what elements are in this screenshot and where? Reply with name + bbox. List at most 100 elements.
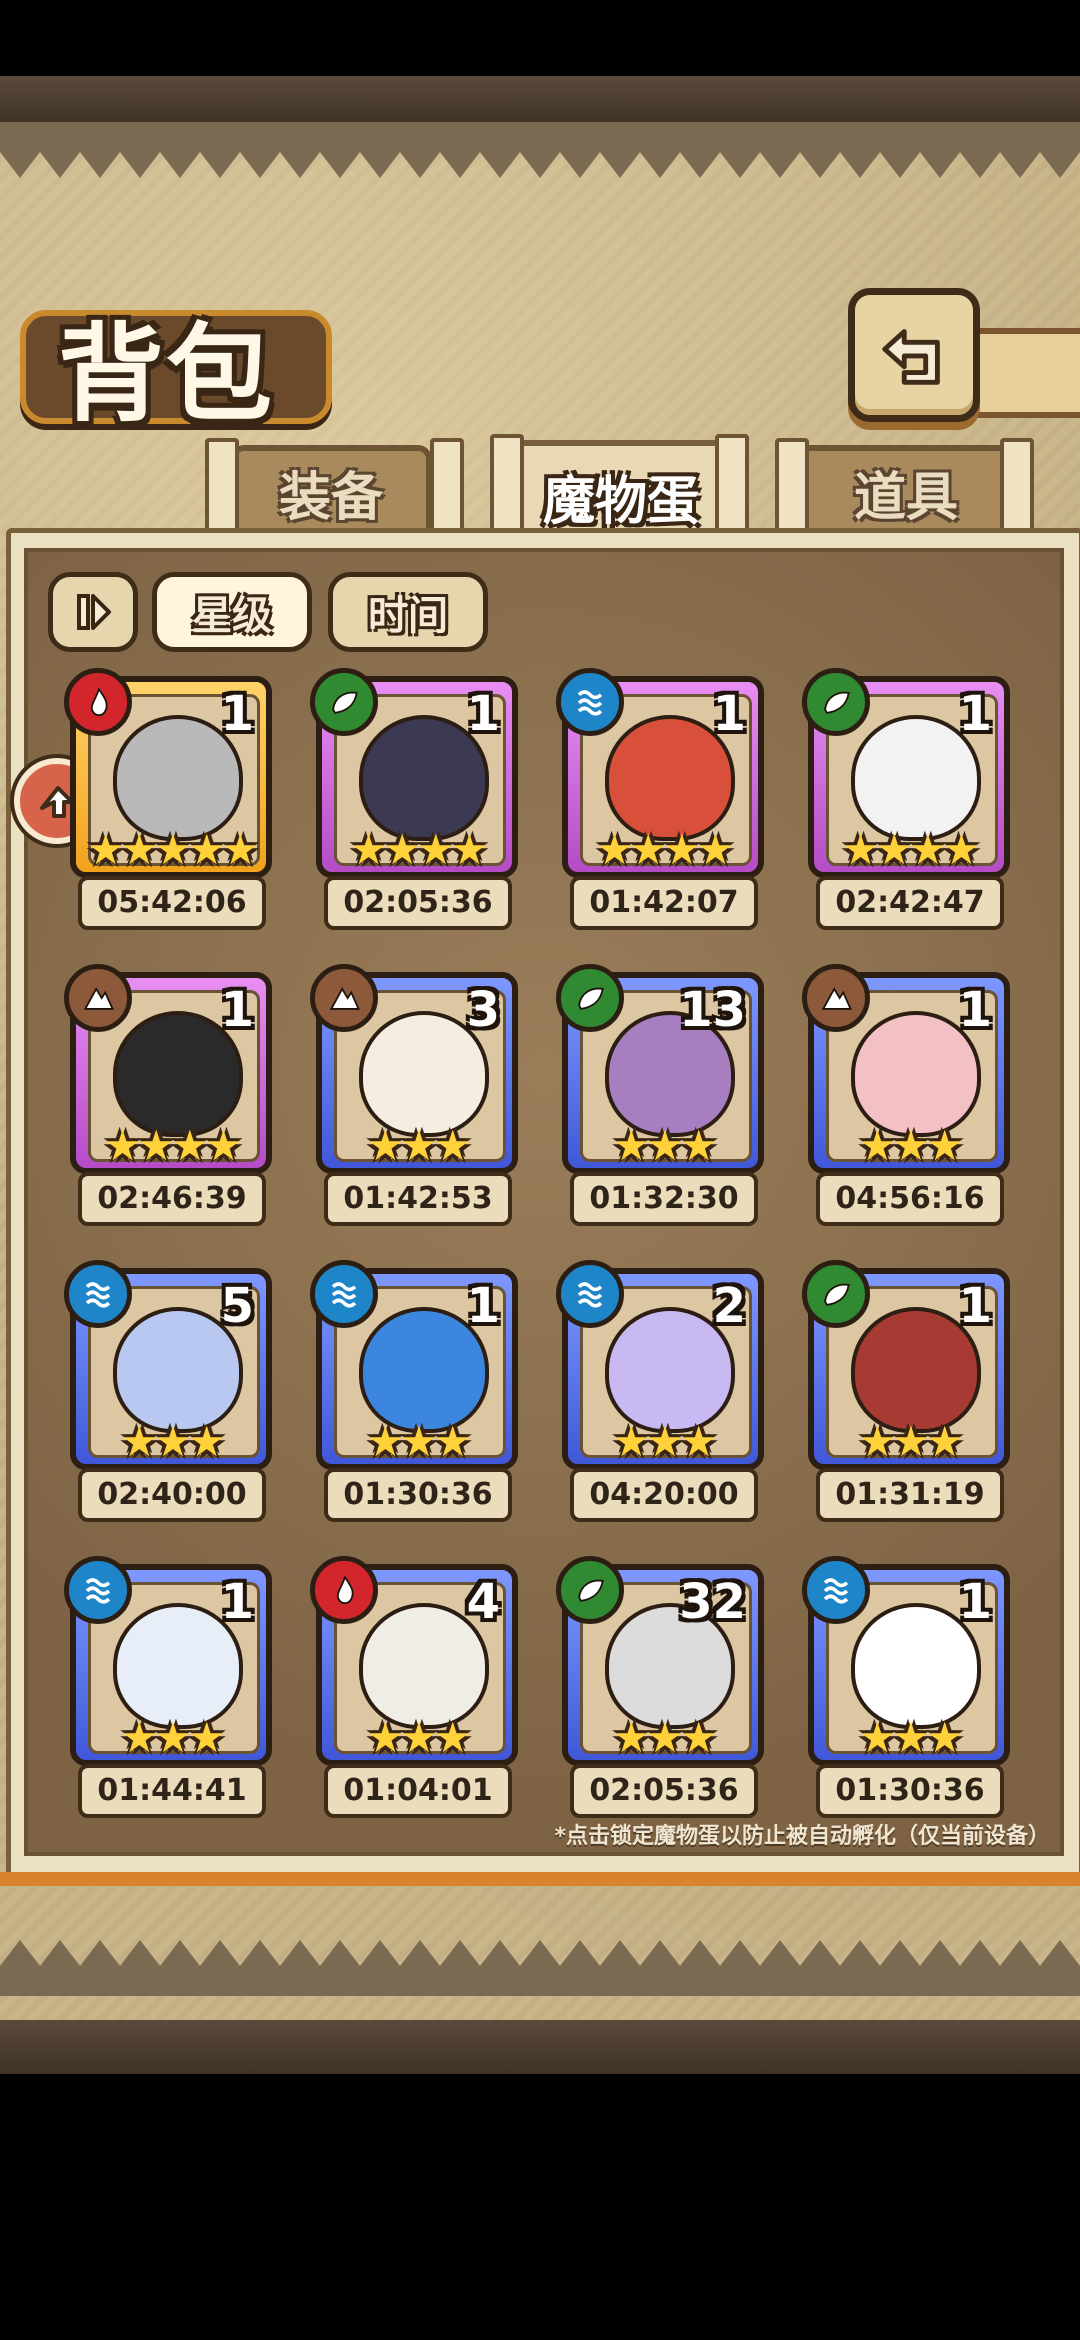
egg-card[interactable]: 1 ★★★ — [802, 964, 1010, 1174]
sort-toggle-icon — [77, 594, 111, 630]
star-rating: ★★★ — [366, 1417, 472, 1466]
egg-count: 4 — [466, 1574, 500, 1630]
hatch-timer: 01:44:41 — [78, 1764, 266, 1818]
egg-count: 1 — [466, 686, 500, 742]
star-rating: ★★★ — [612, 1121, 718, 1170]
tab-items[interactable]: 道具 — [790, 445, 1022, 533]
star-rating: ★★★★ — [595, 825, 735, 874]
star-rating: ★★★★ — [841, 825, 981, 874]
tab-post — [430, 438, 464, 542]
egg-count: 32 — [679, 1574, 746, 1630]
hatch-timer: 04:56:16 — [816, 1172, 1004, 1226]
water-element-icon — [310, 1260, 378, 1328]
top-wood-border — [0, 76, 1080, 122]
egg-card[interactable]: 1 ★★★★ — [556, 668, 764, 878]
hatch-timer: 02:05:36 — [324, 876, 512, 930]
star-rating: ★★★★ — [103, 1121, 243, 1170]
egg-card[interactable]: 1 ★★★★ — [802, 668, 1010, 878]
egg-card[interactable]: 1 ★★★★ — [64, 964, 272, 1174]
egg-count: 13 — [679, 982, 746, 1038]
panel-trim — [0, 1872, 1080, 1886]
star-rating: ★★★ — [858, 1121, 964, 1170]
water-element-icon — [556, 1260, 624, 1328]
hatch-timer: 01:31:19 — [816, 1468, 1004, 1522]
filter-star-level[interactable]: 星级 — [152, 572, 312, 652]
water-element-icon — [64, 1260, 132, 1328]
hatch-timer: 02:46:39 — [78, 1172, 266, 1226]
bottom-black-bar — [0, 2074, 1080, 2340]
egg-card[interactable]: 1 ★★★ — [802, 1260, 1010, 1470]
page-title: 背包 — [58, 311, 274, 436]
star-rating: ★★★ — [612, 1417, 718, 1466]
tab-equipment[interactable]: 装备 — [230, 445, 432, 533]
egg-count: 1 — [220, 982, 254, 1038]
egg-card[interactable]: 13 ★★★ — [556, 964, 764, 1174]
star-rating: ★★★ — [858, 1417, 964, 1466]
leaf-element-icon — [310, 668, 378, 736]
sort-order-button[interactable] — [48, 572, 138, 652]
star-rating: ★★★ — [120, 1713, 226, 1762]
star-rating: ★★★ — [366, 1121, 472, 1170]
star-rating: ★★★★★ — [86, 825, 259, 874]
star-rating: ★★★★ — [349, 825, 489, 874]
bottom-wood-border — [0, 2020, 1080, 2074]
egg-card[interactable]: 32 ★★★ — [556, 1556, 764, 1766]
star-rating: ★★★ — [858, 1713, 964, 1762]
egg-count: 1 — [220, 686, 254, 742]
tab-post — [205, 438, 239, 542]
egg-card[interactable]: 2 ★★★ — [556, 1260, 764, 1470]
leaf-element-icon — [556, 964, 624, 1032]
hatch-timer: 01:42:53 — [324, 1172, 512, 1226]
egg-count: 2 — [712, 1278, 746, 1334]
hatch-timer: 01:32:30 — [570, 1172, 758, 1226]
egg-card[interactable]: 5 ★★★ — [64, 1260, 272, 1470]
star-rating: ★★★ — [612, 1713, 718, 1762]
hatch-timer: 04:20:00 — [570, 1468, 758, 1522]
hatch-timer: 01:04:01 — [324, 1764, 512, 1818]
hatch-timer: 05:42:06 — [78, 876, 266, 930]
fire-element-icon — [64, 668, 132, 736]
back-arrow-icon — [882, 329, 940, 385]
egg-card[interactable]: 1 ★★★ — [64, 1556, 272, 1766]
water-element-icon — [64, 1556, 132, 1624]
egg-count: 5 — [220, 1278, 254, 1334]
hatch-timer: 01:30:36 — [816, 1764, 1004, 1818]
water-element-icon — [556, 668, 624, 736]
earth-element-icon — [64, 964, 132, 1032]
egg-count: 1 — [958, 1574, 992, 1630]
hatch-timer: 02:40:00 — [78, 1468, 266, 1522]
egg-card[interactable]: 1 ★★★ — [310, 1260, 518, 1470]
status-bar-area — [0, 0, 1080, 76]
hatch-timer: 02:42:47 — [816, 876, 1004, 930]
egg-count: 1 — [958, 686, 992, 742]
egg-count: 1 — [466, 1278, 500, 1334]
egg-card[interactable]: 3 ★★★ — [310, 964, 518, 1174]
star-rating: ★★★ — [366, 1713, 472, 1762]
egg-card[interactable]: 1 ★★★★★ — [64, 668, 272, 878]
back-button[interactable] — [848, 288, 980, 422]
star-rating: ★★★ — [120, 1417, 226, 1466]
egg-count: 1 — [220, 1574, 254, 1630]
tab-post — [775, 438, 809, 542]
egg-card[interactable]: 1 ★★★★ — [310, 668, 518, 878]
leaf-element-icon — [556, 1556, 624, 1624]
hatch-timer: 01:30:36 — [324, 1468, 512, 1522]
lock-hint-text: *点击锁定魔物蛋以防止被自动孵化（仅当前设备） — [554, 1824, 1050, 1849]
egg-count: 1 — [958, 1278, 992, 1334]
egg-card[interactable]: 4 ★★★ — [310, 1556, 518, 1766]
leaf-element-icon — [802, 1260, 870, 1328]
tab-post — [1000, 438, 1034, 542]
water-element-icon — [802, 1556, 870, 1624]
egg-card[interactable]: 1 ★★★ — [802, 1556, 1010, 1766]
leaf-element-icon — [802, 668, 870, 736]
top-zigzag-border — [0, 122, 1080, 178]
filter-time[interactable]: 时间 — [328, 572, 488, 652]
egg-count: 3 — [466, 982, 500, 1038]
hatch-timer: 02:05:36 — [570, 1764, 758, 1818]
egg-count: 1 — [958, 982, 992, 1038]
hatch-timer: 01:42:07 — [570, 876, 758, 930]
bottom-zigzag-border — [0, 1940, 1080, 1996]
egg-count: 1 — [712, 686, 746, 742]
earth-element-icon — [310, 964, 378, 1032]
earth-element-icon — [802, 964, 870, 1032]
